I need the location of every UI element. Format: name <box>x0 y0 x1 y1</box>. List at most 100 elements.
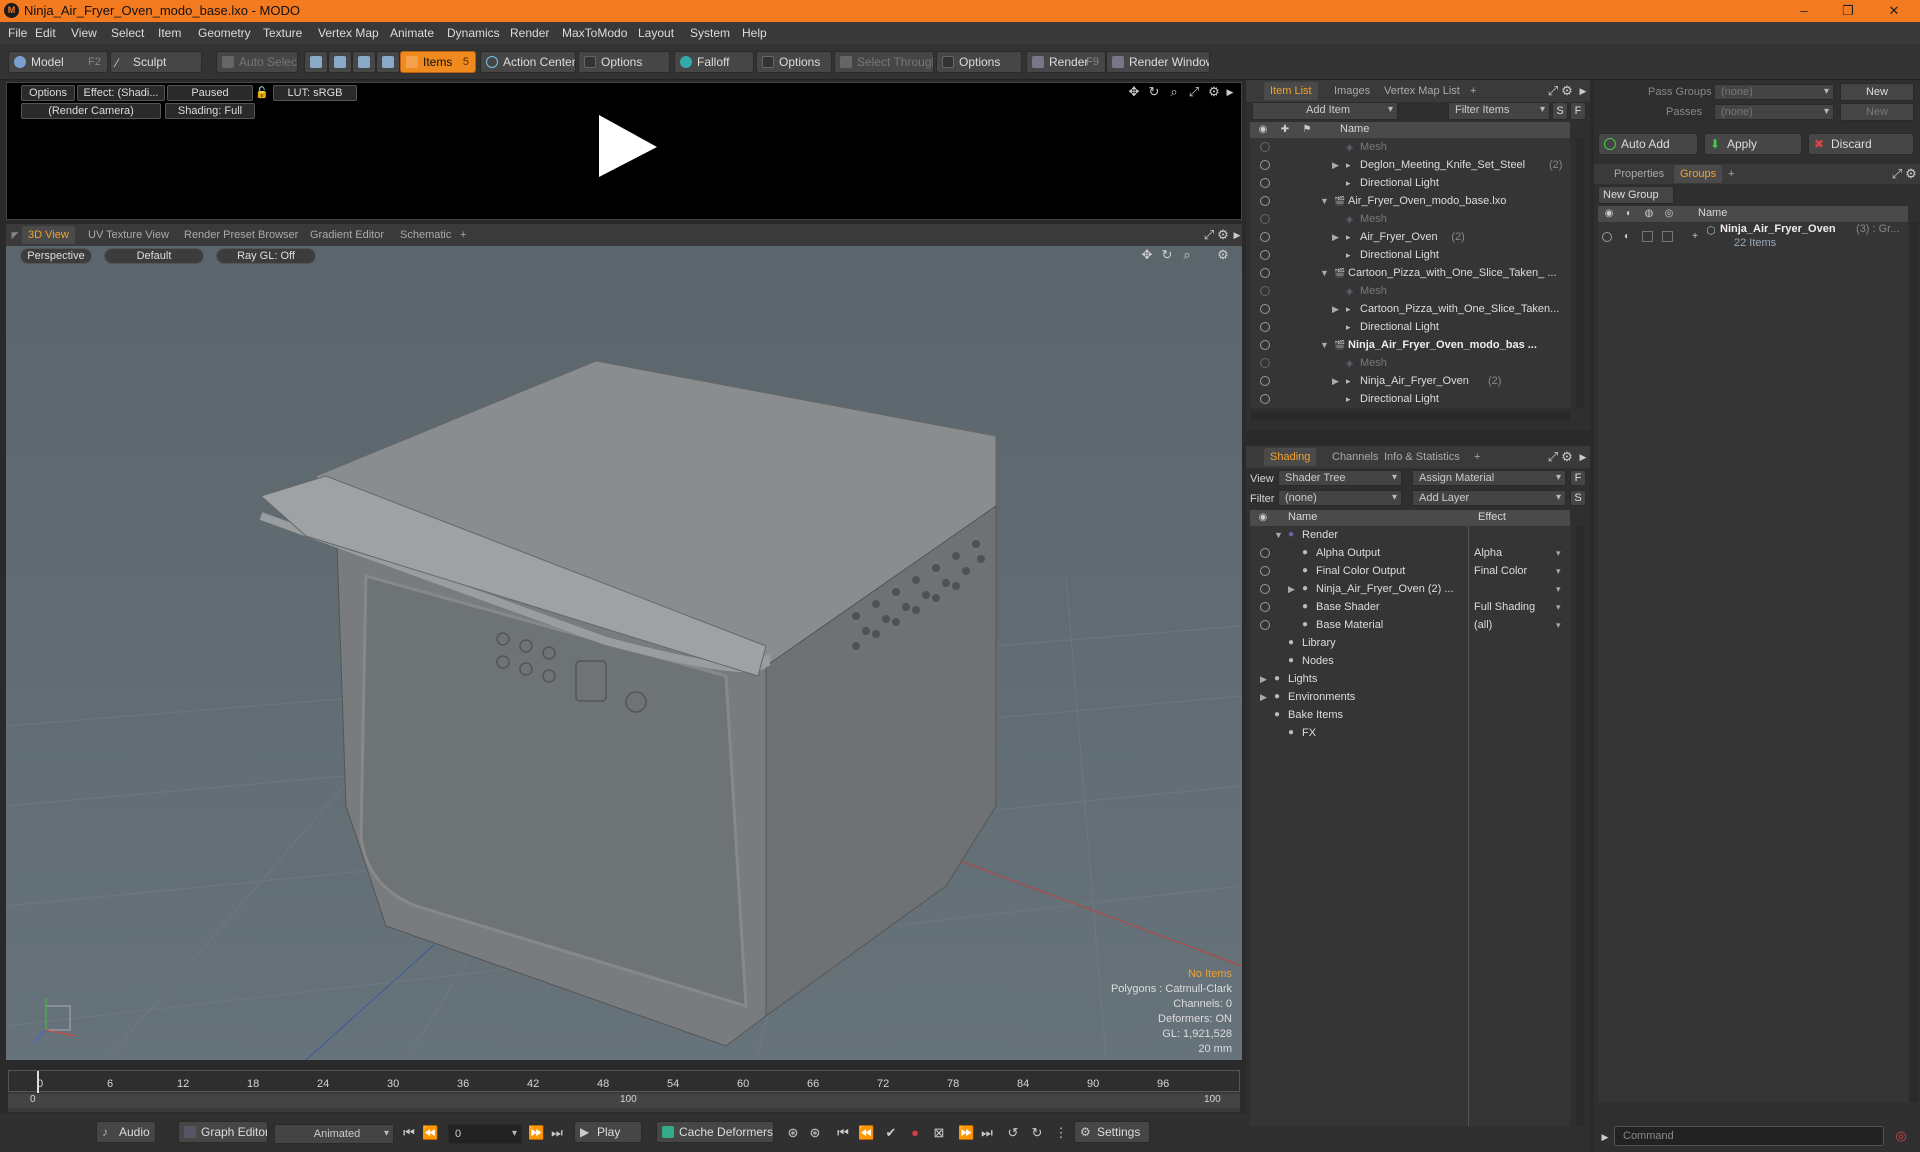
item-list-hscrollbar[interactable] <box>1250 412 1570 420</box>
menu-file[interactable]: File <box>8 26 27 40</box>
menu-vertex-map[interactable]: Vertex Map <box>318 26 379 40</box>
dropdown-arrow-icon[interactable]: ▾ <box>1556 544 1561 562</box>
items-mode-button[interactable]: Items 5 <box>400 51 476 73</box>
tab-channels[interactable]: Channels <box>1326 448 1384 466</box>
shading-f-button[interactable]: F <box>1570 470 1586 486</box>
group-row[interactable]: ◐ + ⬡ Ninja_Air_Fryer_Oven (3) : Gr... 2… <box>1598 222 1908 256</box>
add-layer-dropdown[interactable]: Add Layer <box>1412 490 1566 506</box>
filter-items-field[interactable]: Filter Items <box>1448 102 1550 120</box>
shading-s-button[interactable]: S <box>1570 490 1586 506</box>
prev-frame-icon[interactable]: ⏮ <box>836 1126 850 1140</box>
record-icon[interactable]: ● <box>908 1126 922 1140</box>
go-to-start-icon[interactable]: ⏮ <box>402 1126 416 1140</box>
model-mode-button[interactable]: Model F2 <box>8 51 108 73</box>
item-list-row[interactable]: ▸ Directional Light <box>1250 246 1570 264</box>
select-materials-button[interactable] <box>376 51 400 73</box>
action-center-options-button[interactable]: Options <box>578 51 670 73</box>
maximize-panel-icon[interactable]: ⤢ <box>1890 167 1904 181</box>
effect-dropdown[interactable]: Alpha <box>1474 544 1502 562</box>
item-list-row[interactable]: ◈ Mesh <box>1250 138 1570 156</box>
collapse-arrow-icon[interactable]: ▼ <box>1320 264 1329 282</box>
maximize-panel-icon[interactable]: ⤢ <box>1202 228 1216 242</box>
tab-item-list[interactable]: Item List <box>1264 82 1318 100</box>
dropdown-arrow-icon[interactable]: ▾ <box>1556 598 1561 616</box>
visibility-eye-icon[interactable] <box>1260 160 1270 170</box>
visibility-eye-icon[interactable] <box>1260 268 1270 278</box>
visibility-eye-icon[interactable] <box>1260 358 1270 368</box>
select-through-button[interactable]: Select Through <box>834 51 934 73</box>
set-key-icon[interactable]: ✔ <box>884 1126 898 1140</box>
tab-schematic[interactable]: Schematic <box>394 226 457 244</box>
key-filter-icon[interactable]: ⊛ <box>808 1126 822 1140</box>
menu-geometry[interactable]: Geometry <box>198 26 251 40</box>
dropdown-arrow-icon[interactable]: ▾ <box>1556 616 1561 634</box>
panel-settings-icon[interactable]: ⚙ <box>1560 84 1574 98</box>
auto-select-button[interactable]: Auto Select <box>216 51 298 73</box>
shader-tree-row[interactable]: ▶ ● Lights <box>1250 670 1570 688</box>
menu-edit[interactable]: Edit <box>35 26 56 40</box>
panel-menu-arrow-icon[interactable]: ▶ <box>1230 228 1244 242</box>
visibility-eye-icon[interactable] <box>1260 548 1270 558</box>
type-column-icon[interactable]: ⚑ <box>1300 123 1314 137</box>
item-list-row[interactable]: ▼ 🎬 Ninja_Air_Fryer_Oven_modo_bas ... <box>1250 336 1570 354</box>
item-list-row[interactable]: ▼ 🎬 Air_Fryer_Oven_modo_base.lxo <box>1250 192 1570 210</box>
new-pass-button[interactable]: New <box>1840 103 1914 121</box>
item-list-row[interactable]: ◈ Mesh <box>1250 354 1570 372</box>
expand-arrow-icon[interactable]: ▶ <box>1260 670 1267 688</box>
default-dropdown[interactable]: Default <box>104 248 204 264</box>
dropdown-arrow-icon[interactable]: ▾ <box>1556 580 1561 598</box>
command-record-icon[interactable]: ◎ <box>1894 1129 1908 1143</box>
groups-scrollbar[interactable] <box>1910 222 1918 1102</box>
view-dropdown[interactable]: Shader Tree <box>1278 470 1402 486</box>
lock-column-icon[interactable]: ◍ <box>1642 207 1656 221</box>
minimize-button[interactable]: – <box>1784 1 1824 21</box>
visibility-eye-icon[interactable] <box>1260 620 1270 630</box>
visibility-eye-icon[interactable] <box>1260 142 1270 152</box>
lock-column-icon[interactable]: ✚ <box>1278 123 1292 137</box>
settings-button[interactable]: ⚙ Settings <box>1074 1121 1150 1143</box>
raygl-dropdown[interactable]: Ray GL: Off <box>216 248 316 264</box>
expand-arrow-icon[interactable]: ▶ <box>1332 228 1339 246</box>
viewport-rotate-icon[interactable]: ↻ <box>1160 248 1174 262</box>
item-list-row[interactable]: ▸ Directional Light <box>1250 390 1570 408</box>
add-tab-button[interactable]: + <box>1468 448 1486 466</box>
apply-button[interactable]: ⬇ Apply <box>1704 133 1802 155</box>
render-button[interactable]: Render F9 <box>1026 51 1106 73</box>
shader-tree-row[interactable]: ▶ ● Ninja_Air_Fryer_Oven (2) ... ▾ <box>1250 580 1570 598</box>
zoom-view-icon[interactable]: ⌕ <box>1167 85 1181 99</box>
shader-tree-row[interactable]: ● Alpha Output Alpha ▾ <box>1250 544 1570 562</box>
tab-groups[interactable]: Groups <box>1674 165 1723 183</box>
tab-images[interactable]: Images <box>1328 82 1376 100</box>
assign-material-dropdown[interactable]: Assign Material <box>1412 470 1566 486</box>
select-polygons-button[interactable] <box>352 51 376 73</box>
go-to-end-icon[interactable]: ⏭ <box>550 1126 564 1140</box>
action-center-button[interactable]: Action Center <box>480 51 576 73</box>
add-tab-button[interactable]: + <box>1722 165 1740 183</box>
visibility-eye-icon[interactable] <box>1260 232 1270 242</box>
select-vertices-button[interactable] <box>304 51 328 73</box>
item-list-row[interactable]: ▶ ▸ Cartoon_Pizza_with_One_Slice_Taken... <box>1250 300 1570 318</box>
add-tab-button[interactable]: + <box>454 226 472 244</box>
visibility-eye-icon[interactable] <box>1260 286 1270 296</box>
visibility-eye-icon[interactable] <box>1260 250 1270 260</box>
expand-arrow-icon[interactable]: ▶ <box>1332 372 1339 390</box>
new-pass-group-button[interactable]: New <box>1840 83 1914 101</box>
maximize-panel-icon[interactable]: ⤢ <box>1546 450 1560 464</box>
preview-paused-button[interactable]: Paused <box>167 85 253 101</box>
falloff-options-button[interactable]: Options <box>756 51 832 73</box>
expand-arrow-icon[interactable]: ▶ <box>1260 688 1267 706</box>
menu-animate[interactable]: Animate <box>390 26 434 40</box>
visibility-eye-icon[interactable] <box>1260 376 1270 386</box>
viewport-zoom-icon[interactable]: ⌕ <box>1180 248 1194 262</box>
shader-tree-row[interactable]: ● Base Material (all) ▾ <box>1250 616 1570 634</box>
preview-menu-arrow-icon[interactable]: ▶ <box>1223 85 1237 99</box>
dropdown-arrow-icon[interactable]: ▾ <box>1556 562 1561 580</box>
select-column-icon[interactable]: ◎ <box>1662 207 1676 221</box>
expand-arrow-icon[interactable]: ▶ <box>1332 156 1339 174</box>
effect-dropdown[interactable]: (all) <box>1474 616 1492 634</box>
play-preview-icon[interactable] <box>591 111 661 181</box>
audio-button[interactable]: ♪ Audio <box>96 1121 156 1143</box>
select-checkbox[interactable] <box>1662 231 1673 242</box>
lock-checkbox[interactable] <box>1642 231 1653 242</box>
filter-dropdown[interactable]: (none) <box>1278 490 1402 506</box>
